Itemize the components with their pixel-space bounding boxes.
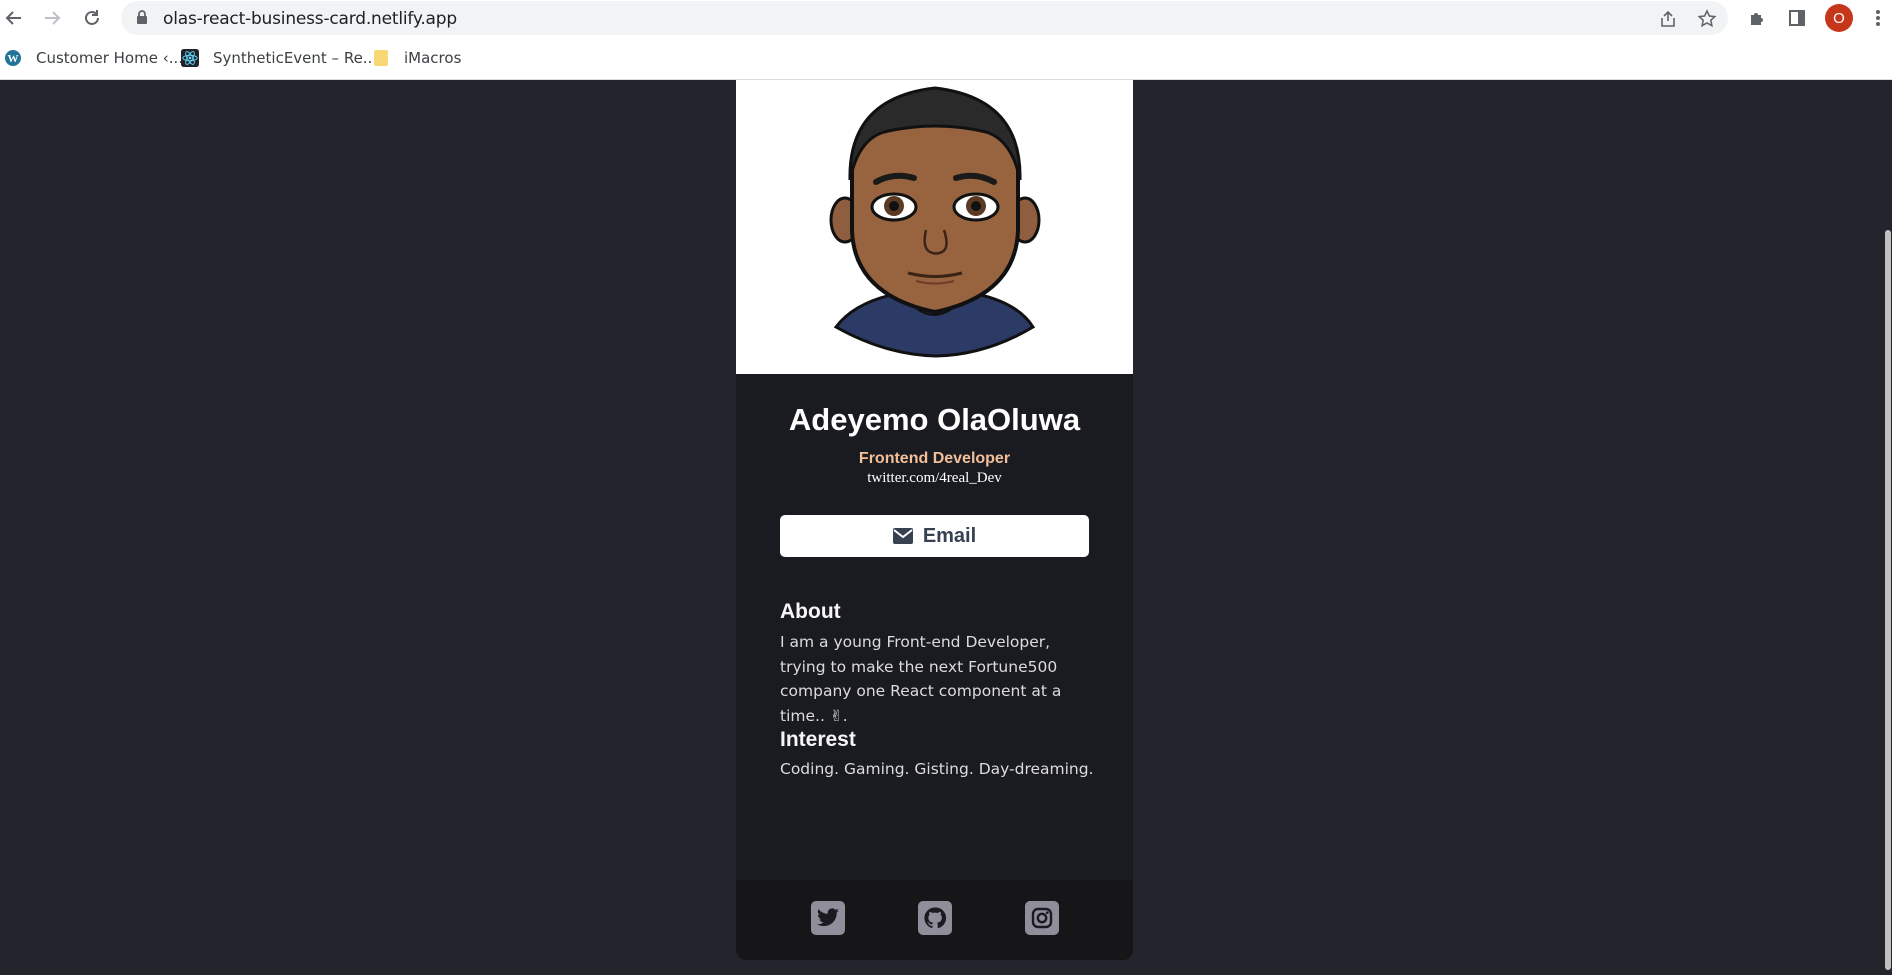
twitter-handle[interactable]: twitter.com/4real_Dev xyxy=(736,470,1133,487)
wordpress-icon: W xyxy=(4,49,22,67)
email-button[interactable]: Email xyxy=(780,515,1089,557)
twitter-link[interactable] xyxy=(811,901,845,935)
browser-toolbar: olas-react-business-card.netlify.app O xyxy=(0,0,1892,36)
email-button-label: Email xyxy=(922,524,977,547)
about-line: time.. ✌. xyxy=(780,706,848,725)
about-line: I am a young Front-end Developer, xyxy=(780,633,1051,651)
bookmark-item[interactable]: SyntheticEvent – Re... xyxy=(181,46,377,70)
share-icon[interactable] xyxy=(1656,7,1680,31)
social-footer xyxy=(736,880,1133,960)
scrollbar-thumb[interactable] xyxy=(1885,230,1891,970)
bookmark-label: iMacros xyxy=(404,49,462,67)
arrow-left-icon xyxy=(5,11,21,25)
about-line: company one React component at a xyxy=(780,682,1062,700)
about-heading: About xyxy=(780,600,841,623)
forward-button[interactable] xyxy=(40,6,64,30)
bookmark-item[interactable]: W Customer Home ‹... xyxy=(4,46,183,70)
person-name: Adeyemo OlaOluwa xyxy=(788,402,1081,437)
reload-icon xyxy=(85,10,99,25)
menu-kebab-icon[interactable] xyxy=(1866,6,1890,30)
envelope-icon xyxy=(892,528,913,544)
folder-icon xyxy=(372,49,390,67)
bookmark-label: Customer Home ‹... xyxy=(36,49,183,67)
react-icon xyxy=(181,49,199,67)
instagram-icon xyxy=(1031,907,1053,929)
svg-text:W: W xyxy=(8,53,19,65)
interest-heading: Interest xyxy=(780,728,856,751)
interest-text: Coding. Gaming. Gisting. Day-dreaming. xyxy=(780,760,1094,778)
about-text: I am a young Front-end Developer, trying… xyxy=(780,630,1100,728)
bookmark-item[interactable]: iMacros xyxy=(372,46,461,70)
profile-avatar[interactable]: O xyxy=(1825,4,1853,32)
github-link[interactable] xyxy=(918,901,952,935)
bookmark-star-icon[interactable] xyxy=(1695,7,1719,31)
lock-icon xyxy=(136,10,148,30)
arrow-right-icon xyxy=(45,11,61,25)
reload-button[interactable] xyxy=(80,6,104,30)
side-panel-icon[interactable] xyxy=(1785,6,1809,30)
instagram-link[interactable] xyxy=(1025,901,1059,935)
twitter-icon xyxy=(817,908,839,927)
back-button[interactable] xyxy=(2,6,26,30)
page-viewport: Adeyemo OlaOluwa Frontend Developer twit… xyxy=(0,80,1892,975)
page-scrollbar[interactable] xyxy=(1884,80,1892,975)
avatar-illustration xyxy=(829,86,1041,358)
job-title: Frontend Developer xyxy=(858,450,1011,467)
url-text: olas-react-business-card.netlify.app xyxy=(163,9,457,29)
profile-photo xyxy=(736,80,1133,374)
extensions-icon[interactable] xyxy=(1745,6,1769,30)
address-bar[interactable]: olas-react-business-card.netlify.app xyxy=(121,1,1728,35)
business-card: Adeyemo OlaOluwa Frontend Developer twit… xyxy=(736,80,1133,960)
github-icon xyxy=(924,907,947,929)
about-line: trying to make the next Fortune500 xyxy=(780,657,1058,676)
bookmark-label: SyntheticEvent – Re... xyxy=(213,49,378,67)
bookmarks-bar: W Customer Home ‹... SyntheticEvent – Re… xyxy=(0,36,1892,80)
